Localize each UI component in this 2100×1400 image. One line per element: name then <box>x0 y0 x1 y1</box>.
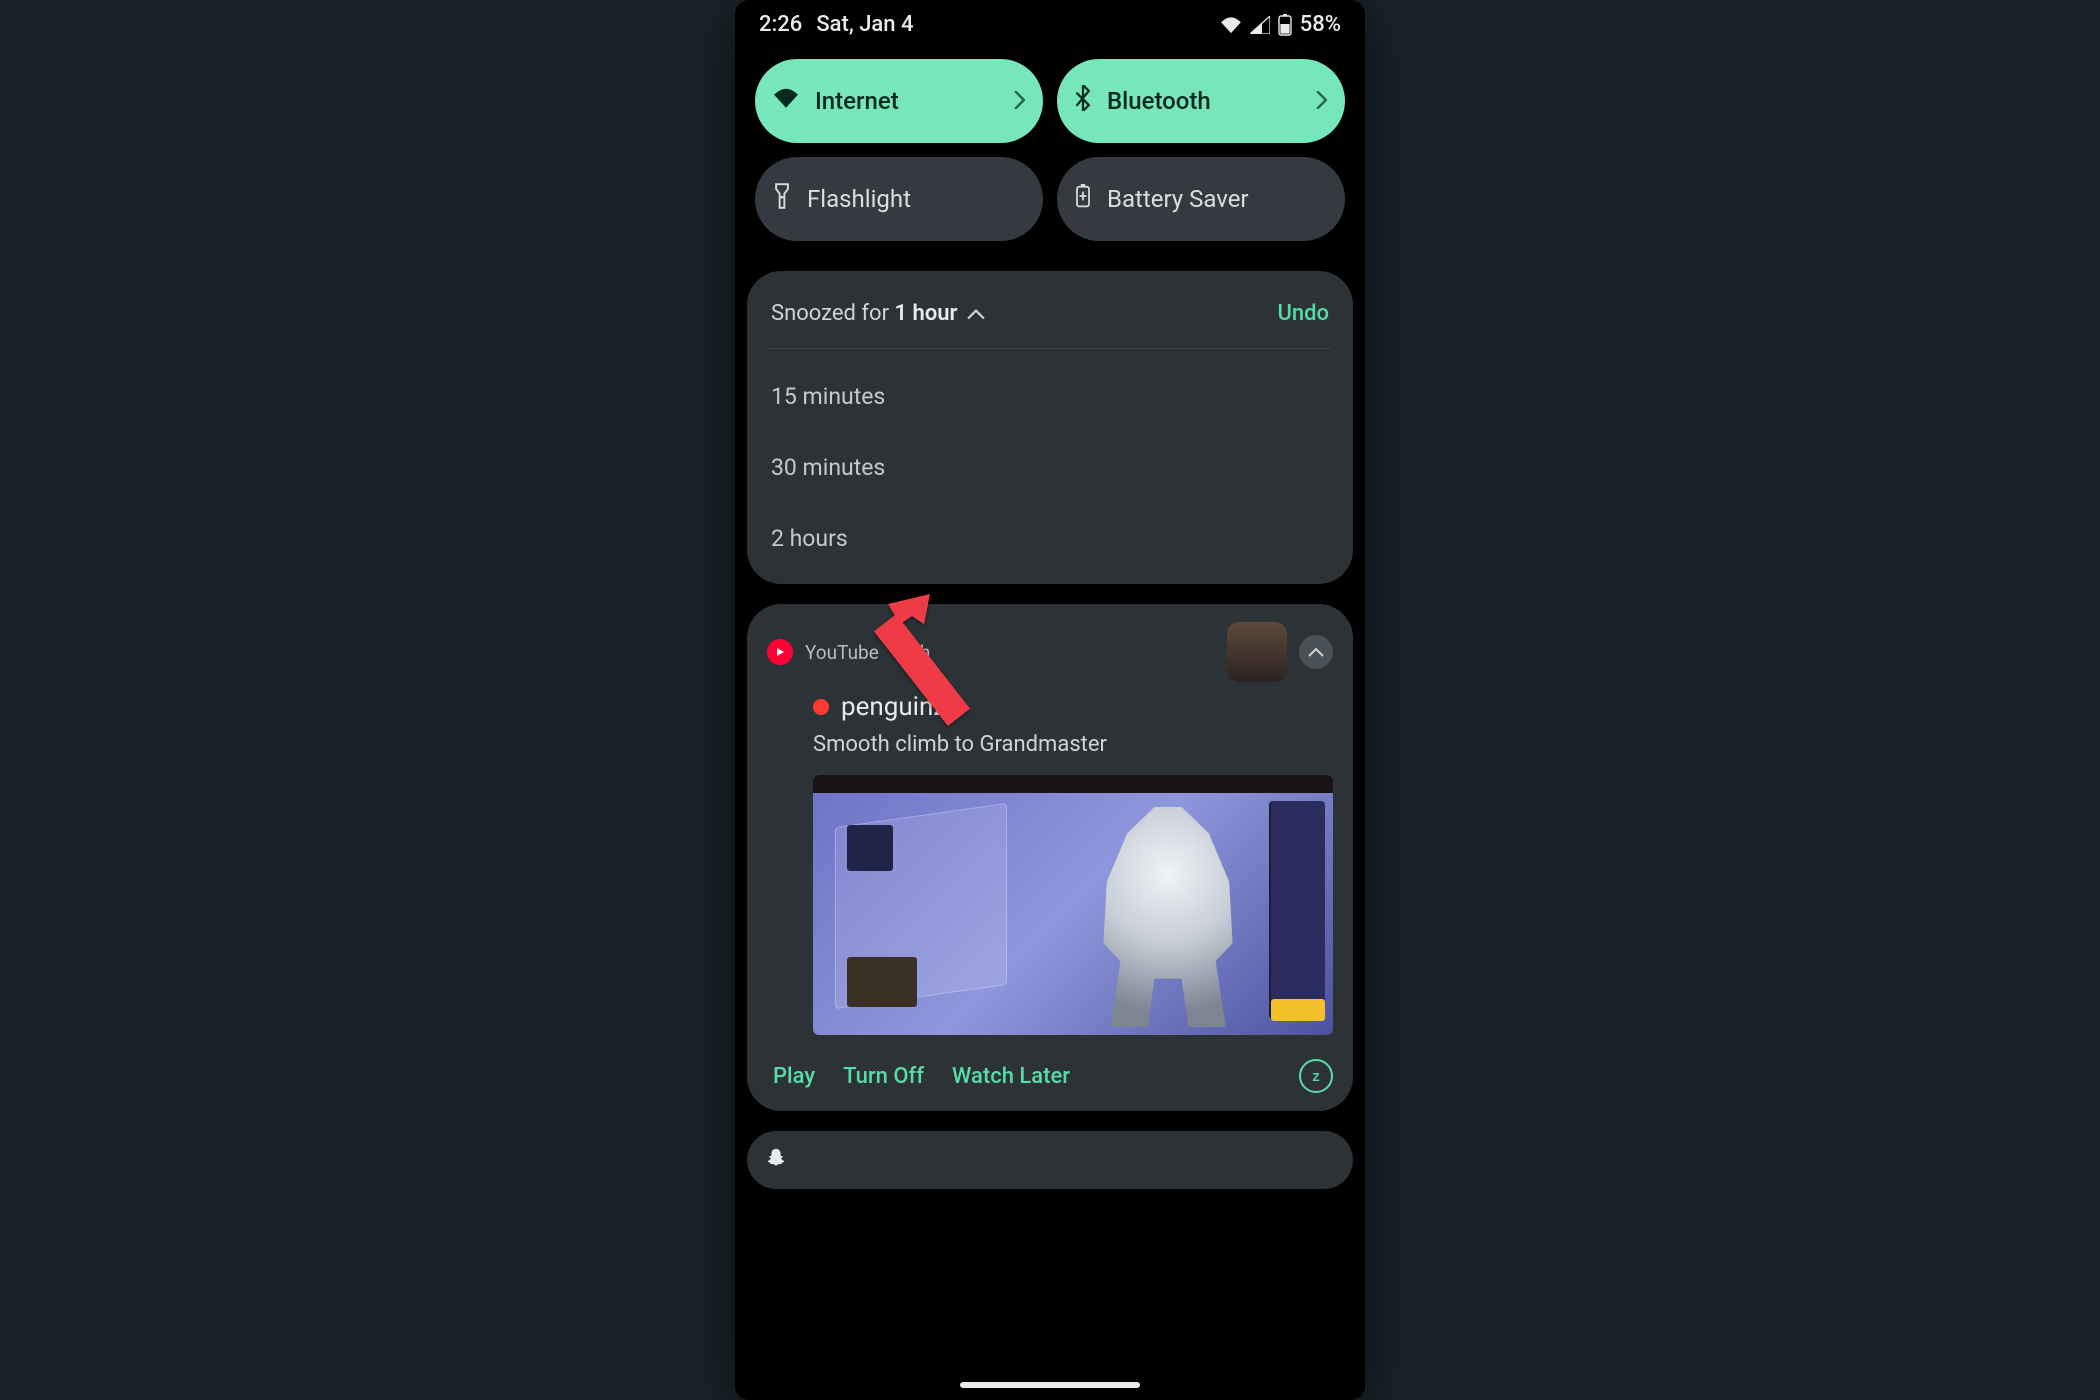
quick-settings: Internet Bluetooth Flashlight <box>735 45 1365 247</box>
collapse-button[interactable] <box>1299 635 1333 669</box>
youtube-icon <box>767 639 793 665</box>
tile-internet-label: Internet <box>815 87 899 115</box>
notification-snapchat[interactable] <box>747 1131 1353 1189</box>
tile-bluetooth[interactable]: Bluetooth <box>1057 59 1345 143</box>
battery-percent: 58% <box>1300 12 1341 37</box>
youtube-title: Smooth climb to Grandmaster <box>813 732 1333 757</box>
snooze-undo-button[interactable]: Undo <box>1277 301 1329 326</box>
youtube-thumbnail[interactable] <box>813 775 1333 1035</box>
notification-snooze-card: Snoozed for 1 hour Undo 15 minutes 30 mi… <box>747 271 1353 584</box>
youtube-action-play[interactable]: Play <box>773 1064 815 1089</box>
notification-youtube[interactable]: YouTube • 3h penguinz0 Smoo <box>747 604 1353 1111</box>
snapchat-icon <box>765 1147 787 1173</box>
tile-battery-saver[interactable]: Battery Saver <box>1057 157 1345 241</box>
battery-saver-icon <box>1075 184 1091 214</box>
youtube-channel: penguinz0 <box>841 692 961 722</box>
snooze-option-15m[interactable]: 15 minutes <box>769 361 1331 432</box>
wifi-solid-icon <box>773 87 799 115</box>
gesture-nav-pill[interactable] <box>960 1382 1140 1388</box>
tile-bluetooth-label: Bluetooth <box>1107 87 1211 115</box>
youtube-action-watch-later[interactable]: Watch Later <box>952 1064 1070 1089</box>
youtube-action-turn-off[interactable]: Turn Off <box>843 1064 924 1089</box>
snooze-header[interactable]: Snoozed for 1 hour Undo <box>769 293 1331 349</box>
chevron-up-icon <box>967 301 985 326</box>
snooze-icon[interactable]: z <box>1299 1059 1333 1093</box>
snooze-prefix: Snoozed for <box>771 301 895 326</box>
separator: • <box>891 641 897 664</box>
status-time: 2:26 <box>759 12 802 37</box>
snooze-duration: 1 hour <box>895 301 958 326</box>
snooze-option-2h[interactable]: 2 hours <box>769 503 1331 574</box>
battery-icon <box>1278 14 1292 36</box>
flashlight-icon <box>773 183 791 215</box>
tile-flashlight[interactable]: Flashlight <box>755 157 1043 241</box>
chevron-right-icon <box>1014 87 1025 115</box>
channel-avatar <box>1227 622 1287 682</box>
tile-internet[interactable]: Internet <box>755 59 1043 143</box>
youtube-age: 3h <box>909 641 930 664</box>
signal-icon <box>1250 16 1270 34</box>
snooze-option-30m[interactable]: 30 minutes <box>769 432 1331 503</box>
status-date: Sat, Jan 4 <box>816 12 913 37</box>
chevron-right-icon <box>1316 87 1327 115</box>
tile-flashlight-label: Flashlight <box>807 185 911 213</box>
statusbar: 2:26 Sat, Jan 4 58% <box>735 0 1365 45</box>
youtube-app-label: YouTube <box>805 641 879 664</box>
tile-battery-saver-label: Battery Saver <box>1107 185 1249 213</box>
bluetooth-icon <box>1075 85 1091 117</box>
live-dot-icon <box>813 699 829 715</box>
phone-frame: 2:26 Sat, Jan 4 58% <box>735 0 1365 1400</box>
wifi-icon <box>1220 16 1242 34</box>
